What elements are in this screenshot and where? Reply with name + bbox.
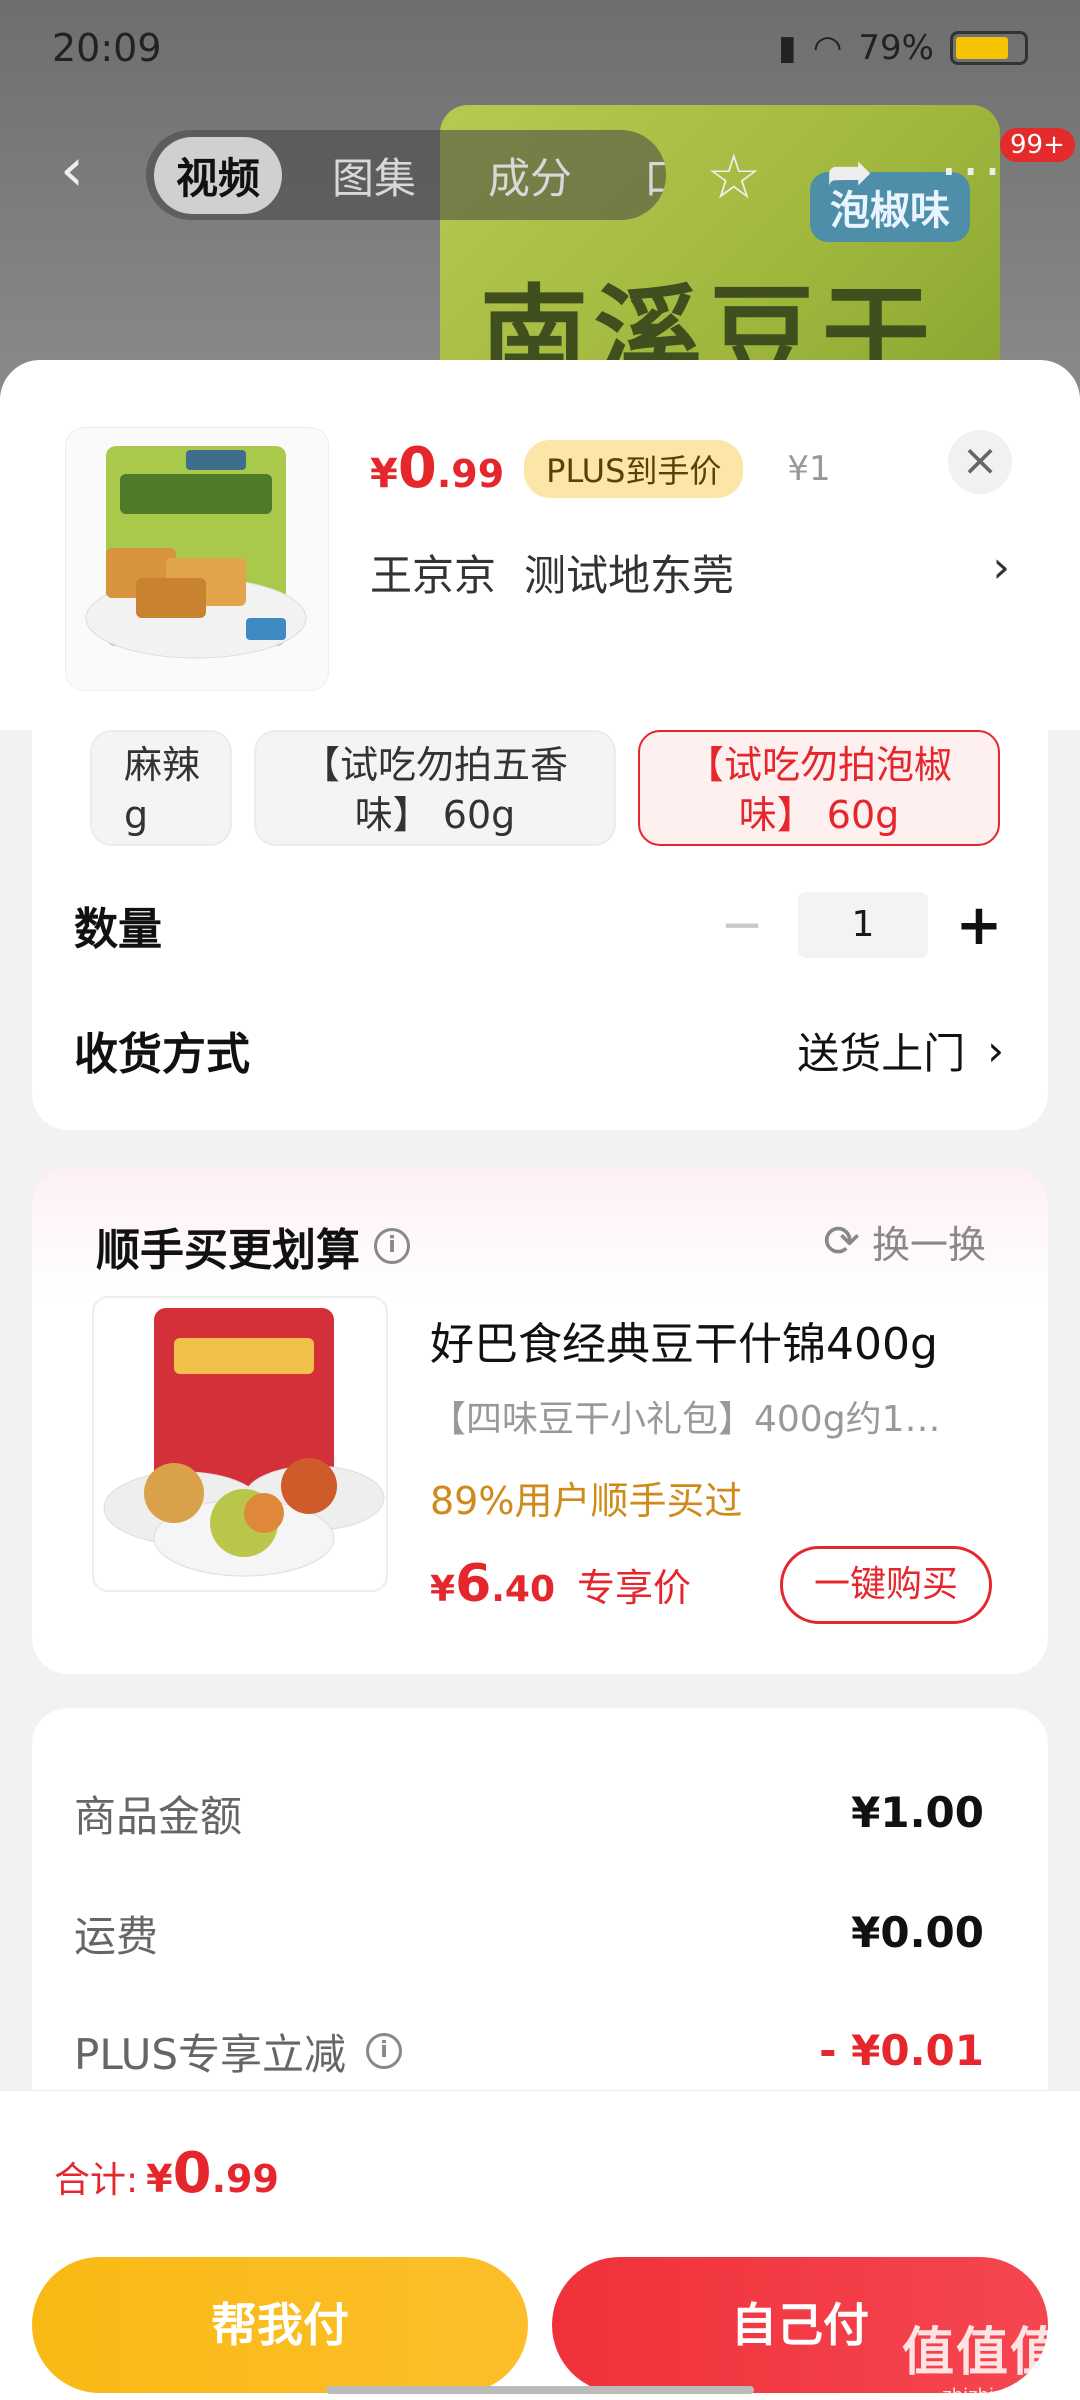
delivery-value: 送货上门 › [797,1010,1004,1090]
spec-option-pickled-pepper[interactable]: 【试吃勿拍泡椒 味】 60g [638,730,1000,846]
status-bar: 20:09 ▮ ◠ 79% [0,0,1080,100]
watermark-text: 值值值 [901,2323,1064,2383]
summary-row-goods: 商品金额 ¥1.00 [74,1778,984,1848]
tab-gallery[interactable]: 图集 [310,137,438,214]
upsell-buy-stat: 89%用户顺手买过 [430,1479,743,1523]
total-price: 合计: ¥0.99 [54,2141,279,2206]
favorite-star-icon[interactable]: ☆ [706,140,762,213]
more-icon[interactable]: ··· [940,140,1005,205]
tab-video[interactable]: 视频 [154,136,283,214]
summary-value: ¥0.00 [851,1908,984,1957]
spec-option-spicy[interactable]: 麻辣 g [90,730,232,846]
chevron-right-icon: › [987,1025,1004,1075]
home-indicator[interactable] [326,2386,754,2394]
decrease-button[interactable]: − [712,895,772,955]
summary-label: 商品金额 [74,1791,243,1841]
upsell-product-desc: 【四味豆干小礼包】400g约1… [430,1399,941,1440]
swap-label: 换一换 [871,1223,986,1267]
address-row[interactable]: 王京京 测试地东莞 › [370,542,1010,603]
battery-percent: 79% [858,28,934,68]
summary-value: ¥1.00 [851,1788,984,1837]
plus-price-tag: PLUS到手价 [524,439,744,498]
upsell-product-image[interactable] [92,1296,388,1592]
watermark-url: zhizhizhi.com [942,2385,1064,2400]
original-price: ¥1 [787,448,831,489]
info-icon[interactable]: i [366,2033,403,2069]
wifi-icon: ◠ [812,28,843,68]
total-label: 合计: [54,2160,139,2201]
status-time: 20:09 [52,26,162,70]
swap-button[interactable]: ⟳ 换一换 [823,1214,986,1269]
back-icon[interactable]: ‹ [60,140,100,200]
delivery-label: 收货方式 [74,1029,250,1080]
summary-label: PLUS专享立减 i [74,2021,403,2082]
quantity-label: 数量 [74,904,162,955]
sim-icon: ▮ [778,28,797,68]
quantity-row: 数量 − 1 + [74,880,1004,970]
summary-label: 运费 [74,1911,159,1961]
exclusive-price-tag: 专享价 [577,1566,692,1610]
spec-option-line1: 【试吃勿拍五香 [301,743,568,787]
upsell-product-name[interactable]: 好巴食经典豆干什锦400g [430,1308,938,1372]
media-tabs: 视频 图集 成分 口碑 [146,130,666,220]
upsell-title: 顺手买更划算 i [96,1214,410,1278]
summary-label-text: PLUS专享立减 [74,2029,347,2079]
share-icon[interactable]: ➦ [826,140,873,205]
cart-count-badge: 99+ [1000,128,1075,162]
sheet-header: ¥0.99 PLUS到手价 ¥1 × 王京京 测试地东莞 › [0,360,1080,730]
spec-option-five-spice[interactable]: 【试吃勿拍五香 味】 60g [254,730,616,846]
spec-option-line2: 味】 60g [738,793,900,837]
summary-row-shipping: 运费 ¥0.00 [74,1898,984,1968]
info-icon[interactable]: i [374,1228,410,1264]
spec-option-line1: 【试吃勿拍泡椒 [685,743,952,787]
upsell-title-text: 顺手买更划算 [96,1225,360,1276]
chevron-right-icon: › [992,542,1010,593]
close-icon[interactable]: × [948,430,1012,494]
spec-option-line2: 味】 60g [354,793,516,837]
quantity-stepper: − 1 + [712,880,1004,970]
battery-icon [950,31,1028,65]
product-page-background: 南溪豆干 泡椒味 20:09 ▮ ◠ 79% ‹ 视频 图集 成分 口碑 ☆ ➦… [0,0,1080,420]
summary-row-plus-discount: PLUS专享立减 i - ¥0.01 [74,2016,984,2086]
refresh-icon: ⟳ [823,1216,860,1267]
delivery-option-text: 送货上门 [797,1028,966,1078]
upsell-price: ¥6.40 专享价 [430,1554,692,1614]
summary-value: - ¥0.01 [819,2026,984,2075]
increase-button[interactable]: + [954,893,1004,958]
help-pay-button[interactable]: 帮我付 [32,2257,528,2393]
upsell-card: 顺手买更划算 i ⟳ 换一换 好巴食经典豆干什锦400g 【四味豆干小礼包】40… [32,1168,1048,1674]
recipient-name: 王京京 [370,551,497,600]
recipient-city: 测试地东莞 [524,551,735,600]
watermark: 值值值 zhizhizhi.com [902,2310,1064,2400]
plus-price: ¥0.99 [370,436,505,501]
spec-option-line1: 麻辣 [124,743,201,787]
one-click-buy-button[interactable]: 一键购买 [780,1546,992,1624]
delivery-method-row[interactable]: 收货方式 送货上门 › [74,1010,1004,1090]
quantity-input[interactable]: 1 [798,892,928,958]
product-thumbnail [66,428,328,690]
price-row: ¥0.99 PLUS到手价 ¥1 [370,436,831,501]
status-icons: ▮ ◠ 79% [778,28,1028,68]
spec-option-line2: g [124,793,149,837]
tab-ingredients[interactable]: 成分 [466,137,594,214]
